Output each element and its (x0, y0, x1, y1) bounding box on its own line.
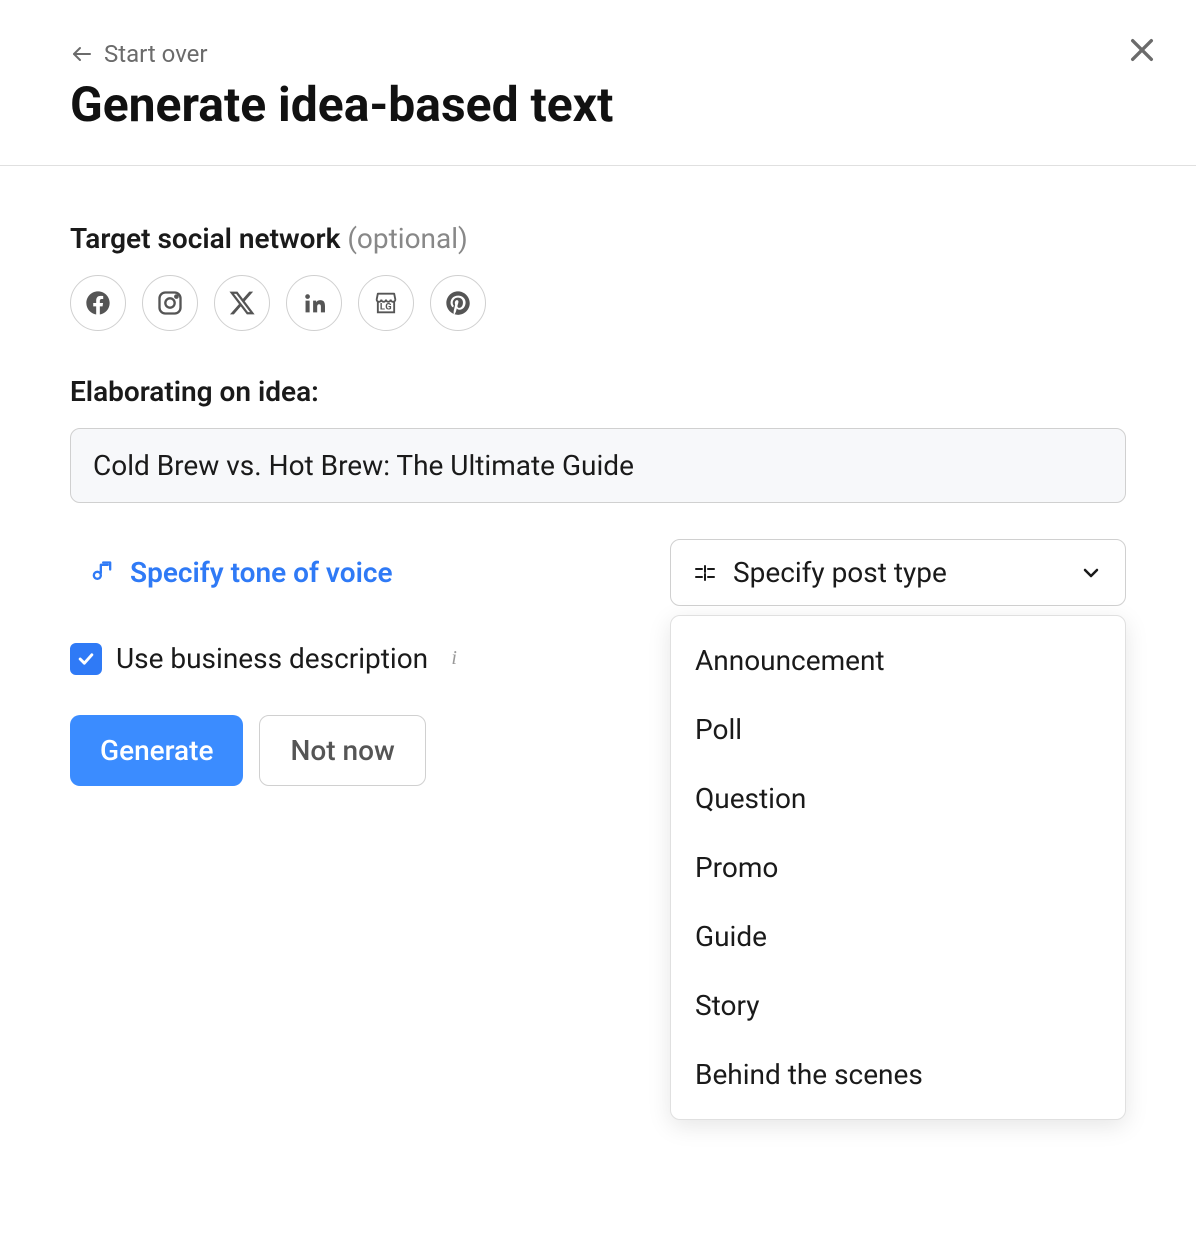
linkedin-button[interactable] (286, 275, 342, 331)
post-type-placeholder: Specify post type (733, 556, 947, 589)
svg-text:LG: LG (380, 301, 392, 312)
close-button[interactable] (1124, 32, 1160, 68)
google-business-icon: LG (372, 289, 400, 317)
dropdown-item-announcement[interactable]: Announcement (671, 626, 1125, 695)
dropdown-item-story[interactable]: Story (671, 971, 1125, 1040)
arrow-left-icon (70, 42, 94, 66)
tone-label: Specify tone of voice (130, 556, 393, 589)
info-icon[interactable]: i (442, 647, 466, 671)
dropdown-item-guide[interactable]: Guide (671, 902, 1125, 971)
elaborating-label: Elaborating on idea: (70, 375, 1126, 408)
target-network-text: Target social network (70, 222, 340, 255)
x-twitter-icon (228, 289, 256, 317)
check-icon (76, 649, 96, 669)
use-business-description-label: Use business description (116, 642, 428, 675)
facebook-button[interactable] (70, 275, 126, 331)
start-over-label: Start over (104, 40, 208, 68)
optional-hint: (optional) (347, 222, 467, 255)
chevron-down-icon (1079, 561, 1103, 585)
pinterest-button[interactable] (430, 275, 486, 331)
dropdown-item-promo[interactable]: Promo (671, 833, 1125, 902)
google-business-button[interactable]: LG (358, 275, 414, 331)
dropdown-item-poll[interactable]: Poll (671, 695, 1125, 764)
instagram-button[interactable] (142, 275, 198, 331)
tone-of-voice-button[interactable]: Specify tone of voice (70, 542, 411, 603)
header-divider (0, 165, 1196, 166)
social-network-row: LG (70, 275, 1126, 331)
post-type-dropdown: Announcement Poll Question Promo Guide S… (670, 615, 1126, 1120)
linkedin-icon (300, 289, 328, 317)
use-business-description-checkbox[interactable] (70, 643, 102, 675)
pinterest-icon (444, 289, 472, 317)
target-network-label: Target social network (optional) (70, 222, 1126, 255)
not-now-button[interactable]: Not now (259, 715, 425, 786)
close-icon (1126, 34, 1158, 66)
start-over-button[interactable]: Start over (70, 40, 1126, 68)
idea-input[interactable] (70, 428, 1126, 503)
x-twitter-button[interactable] (214, 275, 270, 331)
dropdown-item-behind-scenes[interactable]: Behind the scenes (671, 1040, 1125, 1109)
tone-icon (88, 559, 116, 587)
generate-button[interactable]: Generate (70, 715, 243, 786)
facebook-icon (84, 289, 112, 317)
post-type-icon (693, 561, 717, 585)
instagram-icon (156, 289, 184, 317)
post-type-select[interactable]: Specify post type (670, 539, 1126, 606)
dropdown-item-question[interactable]: Question (671, 764, 1125, 833)
page-title: Generate idea-based text (70, 76, 1126, 133)
